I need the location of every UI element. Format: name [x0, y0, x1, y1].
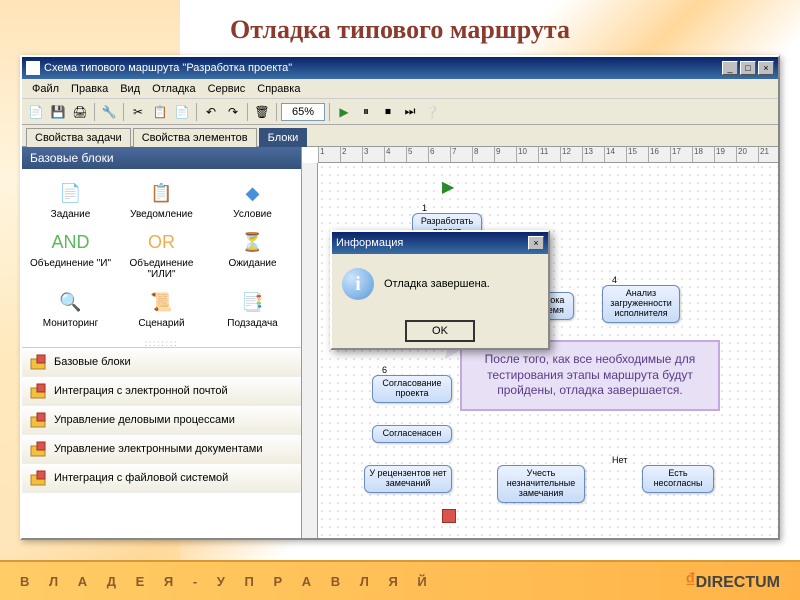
- titlebar: Схема типового маршрута "Разработка прое…: [22, 57, 778, 79]
- minimize-button[interactable]: _: [722, 61, 738, 75]
- menu-view[interactable]: Вид: [114, 81, 146, 97]
- ruler-horizontal: 12345678910111213141516171819202122: [318, 147, 778, 163]
- cut-icon[interactable]: ✂: [128, 102, 148, 122]
- tagline: В Л А Д Е Я - У П Р А В Л Я Й: [20, 574, 435, 589]
- flow-label-no: Нет: [612, 455, 627, 465]
- info-dialog: Информация × i Отладка завершена. OK: [330, 230, 550, 350]
- menu-file[interactable]: Файл: [26, 81, 65, 97]
- stop-icon[interactable]: ⏹: [378, 102, 398, 122]
- node-number: 1: [422, 203, 427, 213]
- block-item-4[interactable]: ORОбъединение "ИЛИ": [117, 226, 206, 282]
- node-analysis[interactable]: Анализ загруженности исполнителя: [602, 285, 680, 323]
- tabbar: Свойства задачи Свойства элементов Блоки: [22, 125, 778, 147]
- help-icon[interactable]: ❔: [422, 102, 442, 122]
- category-item-0[interactable]: Базовые блоки: [22, 348, 301, 377]
- sidebar: Базовые блоки 📄Задание📋Уведомление◆Услов…: [22, 147, 302, 538]
- resize-grip[interactable]: ::::::::: [22, 339, 301, 347]
- copy-icon[interactable]: 📋: [150, 102, 170, 122]
- logo: ₫DIRECTUM: [685, 570, 780, 593]
- maximize-button[interactable]: □: [740, 61, 756, 75]
- node-no-comments[interactable]: У рецензентов нет замечаний: [364, 465, 452, 493]
- tab-task-props[interactable]: Свойства задачи: [26, 128, 131, 147]
- menu-edit[interactable]: Правка: [65, 81, 114, 97]
- tab-element-props[interactable]: Свойства элементов: [133, 128, 257, 147]
- block-item-7[interactable]: 📜Сценарий: [117, 286, 206, 331]
- block-item-3[interactable]: ANDОбъединение "И": [26, 226, 115, 282]
- footer: В Л А Д Е Я - У П Р А В Л Я Й ₫DIRECTUM: [0, 560, 800, 600]
- pause-icon[interactable]: ⏸: [356, 102, 376, 122]
- run-icon[interactable]: ▶: [334, 102, 354, 122]
- node-disagree[interactable]: Есть несогласны: [642, 465, 714, 493]
- dialog-title: Информация: [336, 237, 403, 249]
- close-button[interactable]: ×: [758, 61, 774, 75]
- menu-service[interactable]: Сервис: [202, 81, 252, 97]
- palette-header: Базовые блоки: [22, 147, 301, 169]
- block-item-8[interactable]: 📑Подзадача: [208, 286, 297, 331]
- window-title: Схема типового маршрута "Разработка прое…: [44, 62, 292, 74]
- redo-icon[interactable]: ↷: [223, 102, 243, 122]
- toolbar: 📄 💾 🖨 🔧 ✂ 📋 📄 ↶ ↷ 🗑 ▶ ⏸ ⏹ ⏭ ❔: [22, 99, 778, 125]
- callout: После того, как все необходимые для тест…: [460, 340, 720, 411]
- zoom-input[interactable]: [281, 103, 325, 121]
- block-item-2[interactable]: ◆Условие: [208, 177, 297, 222]
- category-item-2[interactable]: Управление деловыми процессами: [22, 406, 301, 435]
- menu-debug[interactable]: Отладка: [146, 81, 201, 97]
- step-icon[interactable]: ⏭: [400, 102, 420, 122]
- app-icon: [26, 61, 40, 75]
- save-icon[interactable]: 💾: [48, 102, 68, 122]
- tab-blocks[interactable]: Блоки: [259, 128, 308, 147]
- category-item-4[interactable]: Интеграция с файловой системой: [22, 464, 301, 493]
- menubar: Файл Правка Вид Отладка Сервис Справка: [22, 79, 778, 99]
- info-icon: i: [342, 268, 374, 300]
- node-agreed[interactable]: Согласенасен: [372, 425, 452, 443]
- node-approval[interactable]: Согласование проекта: [372, 375, 452, 403]
- ruler-vertical: [302, 163, 318, 538]
- category-item-3[interactable]: Управление электронными документами: [22, 435, 301, 464]
- category-item-1[interactable]: Интеграция с электронной почтой: [22, 377, 301, 406]
- slide-title: Отладка типового маршрута: [0, 15, 800, 45]
- menu-help[interactable]: Справка: [251, 81, 306, 97]
- props-icon[interactable]: 🔧: [99, 102, 119, 122]
- new-icon[interactable]: 📄: [26, 102, 46, 122]
- start-icon[interactable]: ▶: [442, 177, 454, 197]
- block-item-5[interactable]: ⏳Ожидание: [208, 226, 297, 282]
- block-item-0[interactable]: 📄Задание: [26, 177, 115, 222]
- dialog-message: Отладка завершена.: [384, 278, 490, 290]
- print-icon[interactable]: 🖨: [70, 102, 90, 122]
- node-number: 6: [382, 365, 387, 375]
- paste-icon[interactable]: 📄: [172, 102, 192, 122]
- undo-icon[interactable]: ↶: [201, 102, 221, 122]
- dialog-close-button[interactable]: ×: [528, 236, 544, 250]
- node-number: 4: [612, 275, 617, 285]
- end-icon[interactable]: [442, 509, 456, 523]
- block-item-1[interactable]: 📋Уведомление: [117, 177, 206, 222]
- delete-icon[interactable]: 🗑: [252, 102, 272, 122]
- ok-button[interactable]: OK: [405, 320, 475, 342]
- block-item-6[interactable]: 🔍Мониторинг: [26, 286, 115, 331]
- node-minor-comments[interactable]: Учесть незначительные замечания: [497, 465, 585, 503]
